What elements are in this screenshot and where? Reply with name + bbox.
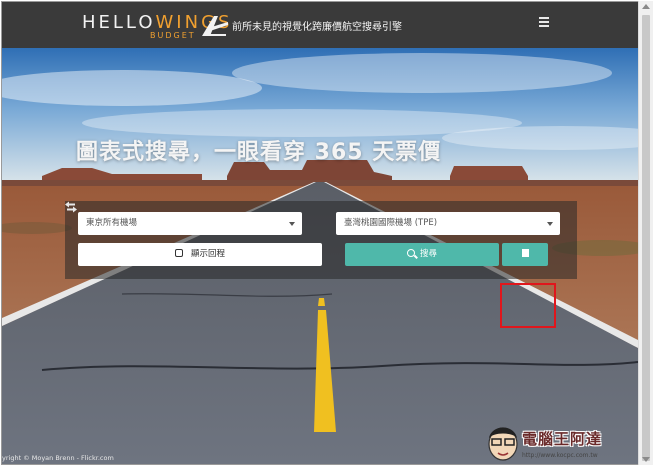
swap-arrows-icon[interactable] (65, 201, 77, 213)
destination-value: 臺灣桃園國際機場 (TPE) (344, 218, 438, 228)
chevron-down-icon (289, 222, 295, 226)
watermark-text: 電腦王阿達 (522, 430, 603, 448)
show-return-label: 顯示回程 (190, 249, 225, 259)
calendar-icon (521, 249, 529, 257)
site-tagline: 前所未見的視覺化跨廉價航空搜尋引擎 (232, 22, 402, 33)
checkbox-icon (174, 248, 183, 257)
scroll-up-icon[interactable] (642, 4, 650, 9)
show-return-toggle[interactable]: 顯示回程 (78, 243, 322, 266)
magnifier-icon (406, 248, 415, 257)
origin-value: 東京所有機場 (86, 218, 138, 228)
calendar-button[interactable] (502, 243, 548, 266)
vertical-scrollbar[interactable] (638, 1, 653, 465)
search-panel: 東京所有機場 臺灣桃園國際機場 (TPE) 顯示回程 搜尋 (65, 201, 577, 279)
watermark-mascot-icon (488, 427, 518, 461)
destination-select[interactable]: 臺灣桃園國際機場 (TPE) (336, 212, 560, 235)
hero-headline: 圖表式搜尋，一眼看穿 365 天票價 (76, 140, 442, 165)
annotation-highlight-box (500, 283, 556, 328)
watermark-url: http://www.kocpc.com.tw (522, 452, 598, 459)
hamburger-menu-icon[interactable] (539, 17, 549, 29)
hero-section: 圖表式搜尋，一眼看穿 365 天票價 東京所有機場 臺灣桃園國際機場 (TPE)… (2, 48, 638, 464)
plane-icon (202, 16, 228, 36)
logo-budget: BUDGET (150, 31, 196, 40)
search-button-label: 搜尋 (419, 249, 437, 259)
origin-select[interactable]: 東京所有機場 (78, 212, 302, 235)
search-button[interactable]: 搜尋 (345, 243, 499, 266)
site-header: HELLOWINGS BUDGET 前所未見的視覺化跨廉價航空搜尋引擎 (2, 2, 638, 48)
chevron-down-icon (547, 222, 553, 226)
browser-viewport: HELLOWINGS BUDGET 前所未見的視覺化跨廉價航空搜尋引擎 圖表式搜… (1, 1, 639, 465)
photo-credit: yright © Moyan Brenn - Flickr.com (2, 454, 114, 462)
scroll-down-icon[interactable] (642, 457, 650, 462)
scrollbar-thumb[interactable] (642, 15, 650, 461)
logo-hello: HELLO (82, 12, 156, 33)
